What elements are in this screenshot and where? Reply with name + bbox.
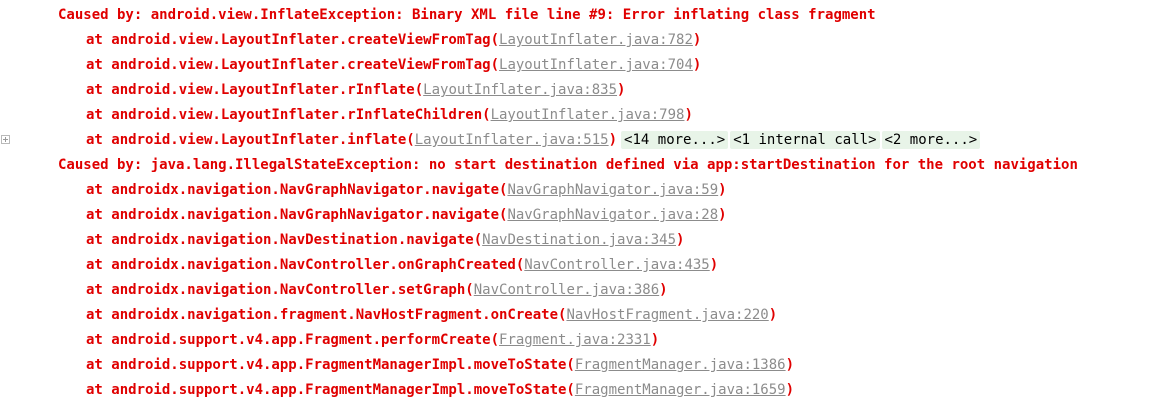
caused-by-line: Caused by: java.lang.IllegalStateExcepti… xyxy=(0,153,1078,178)
frame-close: ) xyxy=(684,107,693,123)
frame-close: ) xyxy=(692,57,702,73)
frame-close: ) xyxy=(692,32,702,48)
source-link[interactable]: Fragment.java:2331 xyxy=(499,332,651,348)
source-link[interactable]: LayoutInflater.java:704 xyxy=(499,57,693,73)
stack-frame: at androidx.navigation.NavController.onG… xyxy=(0,253,718,278)
stack-frame: at android.support.v4.app.Fragment.perfo… xyxy=(0,328,659,353)
console-output: Caused by: android.view.InflateException… xyxy=(0,0,1167,403)
source-link[interactable]: NavController.java:386 xyxy=(474,282,659,298)
stack-frame: at android.view.LayoutInflater.rInflate(… xyxy=(0,78,625,103)
source-link[interactable]: NavHostFragment.java:220 xyxy=(566,307,768,323)
frame-method: at android.view.LayoutInflater.rInflateC… xyxy=(86,107,491,123)
stack-frame: at androidx.navigation.NavController.set… xyxy=(0,278,668,303)
stack-frame: at android.view.LayoutInflater.rInflateC… xyxy=(0,103,693,128)
caused-by-text: Caused by: android.view.InflateException… xyxy=(58,7,876,23)
frame-method: at android.view.LayoutInflater.inflate( xyxy=(86,132,415,148)
stack-frame: at androidx.navigation.fragment.NavHostF… xyxy=(0,303,777,328)
frame-close: ) xyxy=(659,282,668,298)
source-link[interactable]: LayoutInflater.java:515 xyxy=(415,132,609,148)
source-link[interactable]: NavDestination.java:345 xyxy=(482,232,676,248)
frame-method: at androidx.navigation.NavController.onG… xyxy=(86,257,525,273)
frame-method: at android.support.v4.app.Fragment.perfo… xyxy=(86,332,500,348)
frame-close: ) xyxy=(768,307,778,323)
frame-close: ) xyxy=(718,182,727,198)
caused-by-text: Caused by: java.lang.IllegalStateExcepti… xyxy=(58,157,1078,173)
caused-by-line: Caused by: android.view.InflateException… xyxy=(0,3,876,28)
frame-method: at android.view.LayoutInflater.rInflate( xyxy=(86,82,424,98)
source-link[interactable]: FragmentManager.java:1659 xyxy=(575,382,786,398)
source-link[interactable]: LayoutInflater.java:782 xyxy=(499,32,693,48)
stack-frame: at androidx.navigation.NavDestination.na… xyxy=(0,228,684,253)
frame-close: ) xyxy=(785,357,795,373)
folded-frames-more[interactable]: <2 more...> xyxy=(881,131,981,149)
stack-frame: at android.view.LayoutInflater.createVie… xyxy=(0,28,701,53)
stack-frame: at android.view.LayoutInflater.inflate(L… xyxy=(0,128,981,153)
frame-close: ) xyxy=(718,207,727,223)
folded-frames-more[interactable]: <14 more...> xyxy=(621,131,729,149)
frame-method: at androidx.navigation.NavGraphNavigator… xyxy=(86,207,508,223)
frame-close: ) xyxy=(608,132,618,148)
source-link[interactable]: LayoutInflater.java:835 xyxy=(423,82,617,98)
source-link[interactable]: NavController.java:435 xyxy=(524,257,709,273)
source-link[interactable]: LayoutInflater.java:798 xyxy=(491,107,685,123)
frame-close: ) xyxy=(709,257,719,273)
source-link[interactable]: NavGraphNavigator.java:59 xyxy=(507,182,718,198)
stack-frame: at android.support.v4.app.FragmentManage… xyxy=(0,353,794,378)
stack-frame: at androidx.navigation.NavGraphNavigator… xyxy=(0,203,727,228)
frame-method: at androidx.navigation.NavController.set… xyxy=(86,282,474,298)
frame-method: at android.support.v4.app.FragmentManage… xyxy=(86,382,575,398)
frame-close: ) xyxy=(617,82,626,98)
stack-frame: at android.support.v4.app.FragmentManage… xyxy=(0,378,794,403)
frame-method: at android.view.LayoutInflater.createVie… xyxy=(86,57,500,73)
folded-internal-call[interactable]: <1 internal call> xyxy=(730,131,880,149)
frame-close: ) xyxy=(676,232,685,248)
stack-frame: at androidx.navigation.NavGraphNavigator… xyxy=(0,178,727,203)
stack-frame: at android.view.LayoutInflater.createVie… xyxy=(0,53,701,78)
frame-close: ) xyxy=(785,382,795,398)
source-link[interactable]: FragmentManager.java:1386 xyxy=(575,357,786,373)
frame-method: at android.view.LayoutInflater.createVie… xyxy=(86,32,500,48)
frame-method: at android.support.v4.app.FragmentManage… xyxy=(86,357,575,373)
frame-method: at androidx.navigation.NavGraphNavigator… xyxy=(86,182,508,198)
frame-method: at androidx.navigation.fragment.NavHostF… xyxy=(86,307,567,323)
frame-method: at androidx.navigation.NavDestination.na… xyxy=(86,232,483,248)
source-link[interactable]: NavGraphNavigator.java:28 xyxy=(507,207,718,223)
frame-close: ) xyxy=(650,332,660,348)
